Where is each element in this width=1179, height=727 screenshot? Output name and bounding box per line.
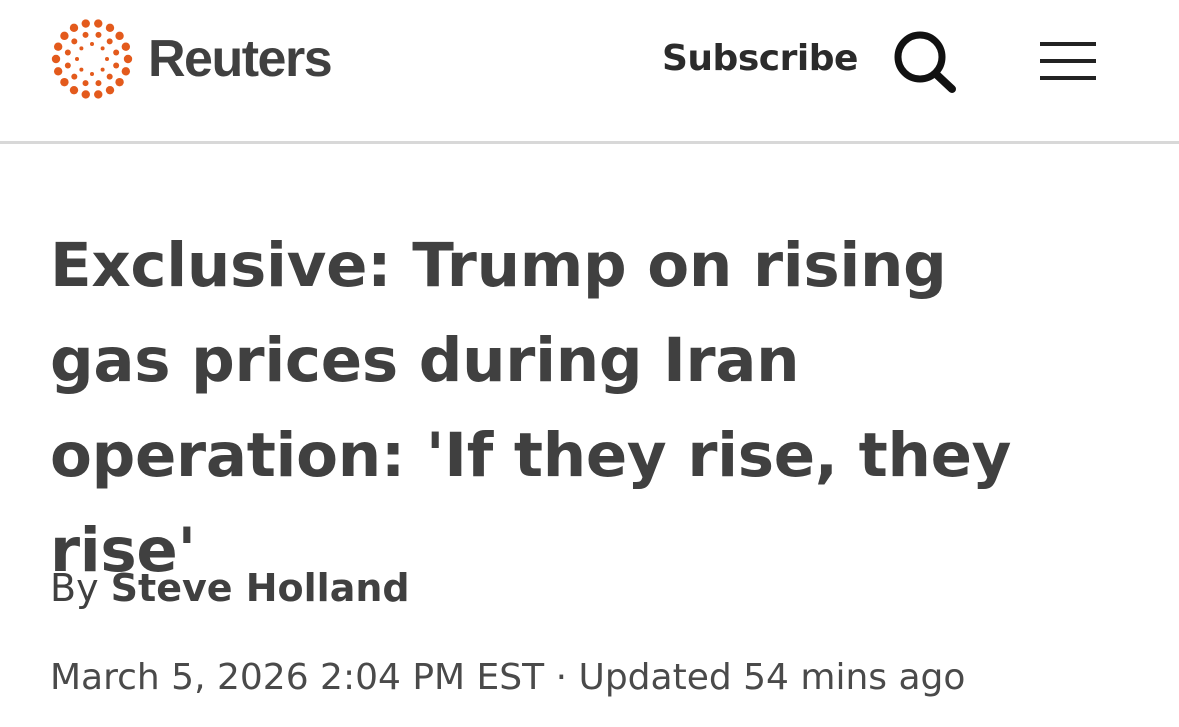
byline: By Steve Holland	[50, 560, 410, 616]
logo-dot	[105, 85, 115, 95]
logo-dot	[75, 57, 79, 61]
logo-dot	[60, 77, 69, 87]
dateline-separator: ·	[555, 657, 568, 698]
logo-dot	[94, 19, 103, 28]
logo-dot	[82, 31, 89, 38]
hamburger-menu-icon	[1040, 42, 1096, 80]
logo-dot	[106, 73, 113, 80]
logo-dot	[115, 31, 124, 41]
logo-dot	[121, 67, 131, 76]
logo-dot	[71, 73, 78, 80]
reuters-logo-link[interactable]: Reuters	[50, 16, 333, 102]
logo-dot	[69, 85, 79, 95]
logo-dot	[64, 62, 71, 69]
logo-dot	[115, 77, 124, 87]
logo-dot	[69, 23, 79, 33]
logo-dot	[94, 90, 103, 99]
logo-dot	[82, 80, 89, 87]
logo-dot	[81, 90, 90, 99]
byline-prefix: By	[50, 566, 99, 610]
logo-dot	[53, 67, 63, 76]
menu-button[interactable]	[1036, 36, 1100, 86]
logo-dot	[71, 38, 78, 45]
author-link[interactable]: Steve Holland	[111, 566, 410, 610]
logo-dot	[95, 31, 102, 38]
article-headline: Exclusive: Trump on rising gas prices du…	[50, 230, 1012, 586]
logo-dot	[123, 54, 133, 64]
logo-dot	[106, 38, 113, 45]
dateline: March 5, 2026 2:04 PM EST · Updated 54 m…	[50, 650, 965, 706]
logo-dot	[90, 42, 94, 46]
logo-dot	[60, 31, 69, 41]
logo-dot	[79, 46, 84, 51]
logo-dot	[100, 46, 105, 51]
logo-dot	[53, 42, 63, 51]
logo-dot	[113, 62, 120, 69]
subscribe-button[interactable]: Subscribe	[662, 36, 858, 82]
publish-timestamp: March 5, 2026 2:04 PM EST	[50, 657, 545, 698]
site-header: Reuters Subscribe	[0, 0, 1179, 144]
logo-dot	[100, 67, 105, 72]
logo-dot	[105, 23, 115, 33]
reuters-logo-icon	[51, 19, 133, 99]
logo-dot	[51, 54, 61, 64]
logo-dot	[105, 57, 109, 61]
logo-dot	[113, 49, 120, 56]
logo-dot	[81, 19, 90, 28]
logo-dot	[64, 49, 71, 56]
logo-dot	[95, 80, 102, 87]
search-button[interactable]	[890, 26, 962, 98]
logo-dot	[121, 42, 131, 51]
brand-name: Reuters	[148, 30, 333, 88]
logo-dot	[90, 72, 94, 76]
updated-timestamp: Updated 54 mins ago	[578, 657, 966, 698]
search-icon	[894, 31, 956, 93]
logo-dot	[79, 67, 84, 72]
